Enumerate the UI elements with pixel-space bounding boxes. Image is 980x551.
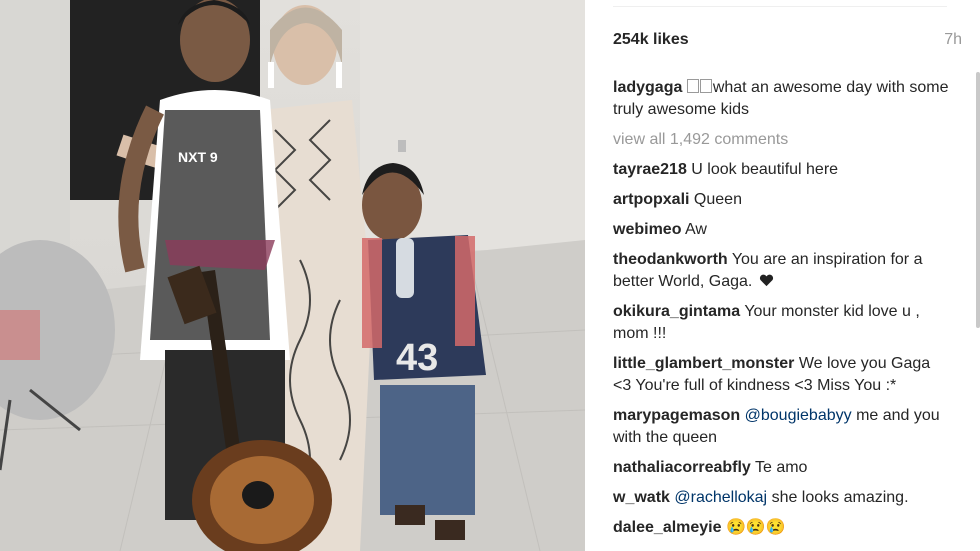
scrollbar[interactable] bbox=[976, 72, 980, 328]
comment-text: she looks amazing. bbox=[771, 489, 909, 506]
emoji-icon: 😢😢😢 bbox=[725, 519, 786, 536]
comment-username[interactable]: webimeo bbox=[613, 221, 681, 238]
comment-username[interactable]: tayrae218 bbox=[613, 161, 687, 178]
list-item: w_watk @rachellokaj she looks amazing. bbox=[613, 487, 949, 509]
comment-username[interactable]: nathaliacorreabfly bbox=[613, 459, 751, 476]
list-item: artpopxali Queen bbox=[613, 189, 949, 211]
divider bbox=[613, 6, 947, 7]
teen-shirt-text: NXT 9 bbox=[178, 149, 218, 165]
list-item: webimeo Aw bbox=[613, 219, 949, 241]
comments-list: ladygaga what an awesome day with some t… bbox=[613, 77, 949, 547]
list-item: nathaliacorreabfly Te amo bbox=[613, 457, 949, 479]
comment-username[interactable]: w_watk bbox=[613, 489, 670, 506]
post-details-panel: 254k likes 7h ladygaga what an awesome d… bbox=[585, 0, 980, 551]
photo-illustration: NXT 9 43 bbox=[0, 0, 585, 551]
post-photo[interactable]: NXT 9 43 bbox=[0, 0, 585, 551]
comment-username[interactable]: little_glambert_monster bbox=[613, 355, 794, 372]
comment-username[interactable]: dalee_almeyie bbox=[613, 519, 722, 536]
comment-username[interactable]: theodankworth bbox=[613, 251, 728, 268]
post-timestamp[interactable]: 7h bbox=[944, 31, 962, 49]
black-heart-icon bbox=[759, 274, 773, 287]
caption: ladygaga what an awesome day with some t… bbox=[613, 77, 949, 121]
list-item: theodankworth You are an inspiration for… bbox=[613, 249, 949, 293]
comment-mention[interactable]: @bougiebabyy bbox=[745, 407, 852, 424]
comment-mention[interactable]: @rachellokaj bbox=[674, 489, 767, 506]
comment-username[interactable]: artpopxali bbox=[613, 191, 689, 208]
comment-username[interactable]: marypagemason bbox=[613, 407, 740, 424]
view-all-comments-link[interactable]: view all 1,492 comments bbox=[613, 129, 949, 151]
list-item: tayrae218 U look beautiful here bbox=[613, 159, 949, 181]
comment-username[interactable]: okikura_gintama bbox=[613, 303, 740, 320]
emoji-icon bbox=[686, 79, 699, 93]
comment-text: Queen bbox=[693, 191, 742, 208]
list-item: dalee_almeyie 😢😢😢 bbox=[613, 517, 949, 539]
likes-row: 254k likes 7h bbox=[613, 31, 963, 53]
comment-text: Te amo bbox=[754, 459, 808, 476]
shirt-number: 43 bbox=[396, 337, 438, 379]
likes-count[interactable]: 254k likes bbox=[613, 31, 689, 49]
list-item: little_glambert_monster We love you Gaga… bbox=[613, 353, 949, 397]
comment-text: Aw bbox=[685, 221, 707, 238]
caption-username[interactable]: ladygaga bbox=[613, 79, 682, 96]
comment-text: U look beautiful here bbox=[691, 161, 839, 178]
list-item: marypagemason @bougiebabyy me and you wi… bbox=[613, 405, 949, 449]
list-item: okikura_gintama Your monster kid love u … bbox=[613, 301, 949, 345]
emoji-icon bbox=[699, 79, 712, 93]
